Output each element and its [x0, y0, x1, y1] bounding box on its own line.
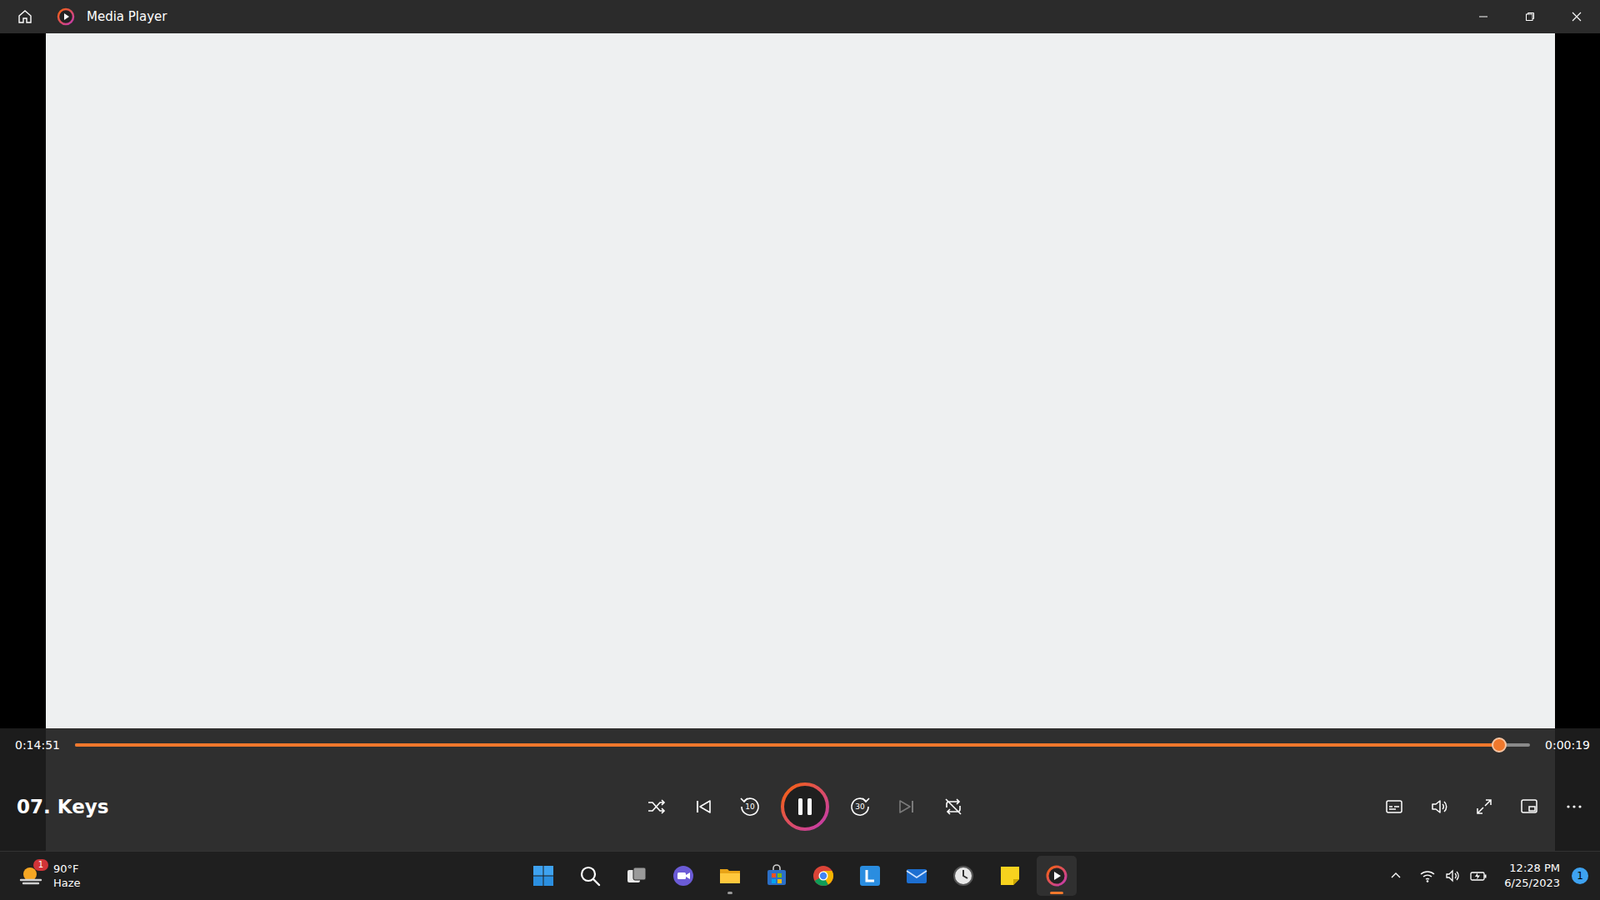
miniplayer-icon [1519, 796, 1540, 817]
repeat-icon [942, 795, 965, 818]
seek-thumb[interactable] [1491, 737, 1507, 753]
chrome-icon [811, 864, 835, 888]
remaining-time: 0:00:19 [1545, 738, 1590, 752]
volume-button[interactable] [1420, 787, 1459, 826]
l-app-icon [858, 864, 882, 888]
close-icon [1571, 11, 1582, 22]
search-icon [578, 864, 602, 888]
windows-start-icon [531, 864, 555, 888]
seek-fill [75, 743, 1500, 747]
media-player-icon [1045, 864, 1069, 888]
forward-button[interactable]: 30 [840, 787, 880, 826]
fullscreen-button[interactable] [1465, 787, 1504, 826]
pause-icon [779, 780, 831, 833]
seek-bar[interactable] [75, 743, 1530, 747]
quick-settings-button[interactable] [1414, 859, 1493, 893]
controls-row: 07. Keys 10 30 [0, 761, 1600, 851]
search-taskbar-button[interactable] [570, 855, 610, 896]
title-bar: Media Player [0, 0, 1600, 34]
media-player-logo-icon [56, 7, 75, 26]
restore-button[interactable] [1506, 0, 1554, 34]
chevron-up-icon [1389, 869, 1403, 883]
speaker-icon [1444, 867, 1461, 885]
weather-widget[interactable]: 1 90°F Haze [0, 861, 81, 890]
notes-taskbar-button[interactable] [990, 855, 1030, 896]
restore-icon [1525, 11, 1535, 22]
next-icon [895, 795, 918, 818]
transport-controls: 10 30 [637, 779, 973, 835]
previous-button[interactable] [684, 787, 723, 826]
shuffle-icon [645, 795, 668, 818]
window-title: Media Player [86, 9, 168, 25]
volume-icon [1429, 796, 1450, 817]
home-button[interactable] [11, 3, 39, 30]
mediaplayer-taskbar-button[interactable] [1036, 855, 1077, 896]
mail-taskbar-button[interactable] [896, 855, 937, 896]
screen: Media Player 0:14:51 0:00:19 07. Keys 10… [0, 0, 1600, 900]
subtitles-icon [1384, 796, 1405, 817]
meet-icon [671, 864, 695, 888]
rewind-button[interactable]: 10 [730, 787, 770, 826]
side-controls [972, 787, 1594, 826]
file-explorer-icon [718, 864, 742, 888]
sticky-notes-icon [998, 864, 1022, 888]
weather-text: 90°F Haze [53, 861, 81, 890]
lapp-taskbar-button[interactable] [850, 855, 890, 896]
minimize-icon [1478, 11, 1489, 22]
miniplayer-button[interactable] [1510, 787, 1549, 826]
start-taskbar-button[interactable] [523, 855, 564, 896]
clock-app-icon [951, 864, 975, 888]
weather-icon-wrap: 1 [18, 864, 45, 888]
meet-taskbar-button[interactable] [663, 855, 704, 896]
running-indicator [1050, 891, 1064, 895]
mail-icon [905, 864, 929, 888]
seek-row: 0:14:51 0:00:19 [0, 728, 1600, 762]
store-taskbar-button[interactable] [756, 855, 797, 896]
more-icon [1564, 796, 1585, 817]
controls-overlay: 0:14:51 0:00:19 07. Keys 10 30 [0, 728, 1600, 851]
show-hidden-icons-button[interactable] [1384, 859, 1408, 893]
explorer-taskbar-button[interactable] [710, 855, 750, 896]
player-stage: 0:14:51 0:00:19 07. Keys 10 30 [0, 33, 1600, 851]
minimize-button[interactable] [1460, 0, 1507, 34]
notification-badge[interactable]: 1 [1571, 867, 1589, 885]
shuffle-button[interactable] [637, 787, 676, 826]
weather-badge: 1 [33, 859, 49, 871]
subtitles-button[interactable] [1375, 787, 1414, 826]
chrome-taskbar-button[interactable] [803, 855, 844, 896]
media-title: 07. Keys [16, 795, 638, 818]
clock[interactable]: 12:28 PM 6/25/2023 [1499, 860, 1565, 891]
clock-taskbar-button[interactable] [943, 855, 984, 896]
close-button[interactable] [1553, 0, 1600, 34]
elapsed-time: 0:14:51 [15, 738, 60, 752]
rewind-icon: 10 [737, 794, 763, 820]
taskbar-apps [523, 855, 1077, 896]
next-button [887, 787, 926, 826]
store-icon [765, 864, 789, 888]
taskview-taskbar-button[interactable] [616, 855, 657, 896]
battery-icon [1469, 867, 1488, 885]
previous-icon [692, 795, 715, 818]
play-pause-button[interactable] [777, 779, 833, 835]
more-button[interactable] [1555, 787, 1594, 826]
running-indicator [727, 891, 733, 895]
fullscreen-icon [1474, 796, 1495, 817]
home-icon [16, 8, 34, 25]
taskbar: 1 90°F Haze 12:28 PM 6/25/2023 1 [0, 850, 1600, 900]
forward-icon: 30 [847, 794, 873, 820]
repeat-button[interactable] [934, 787, 973, 826]
task-view-icon [625, 864, 649, 888]
system-tray: 12:28 PM 6/25/2023 1 [1076, 859, 1600, 893]
wifi-icon [1419, 867, 1436, 885]
